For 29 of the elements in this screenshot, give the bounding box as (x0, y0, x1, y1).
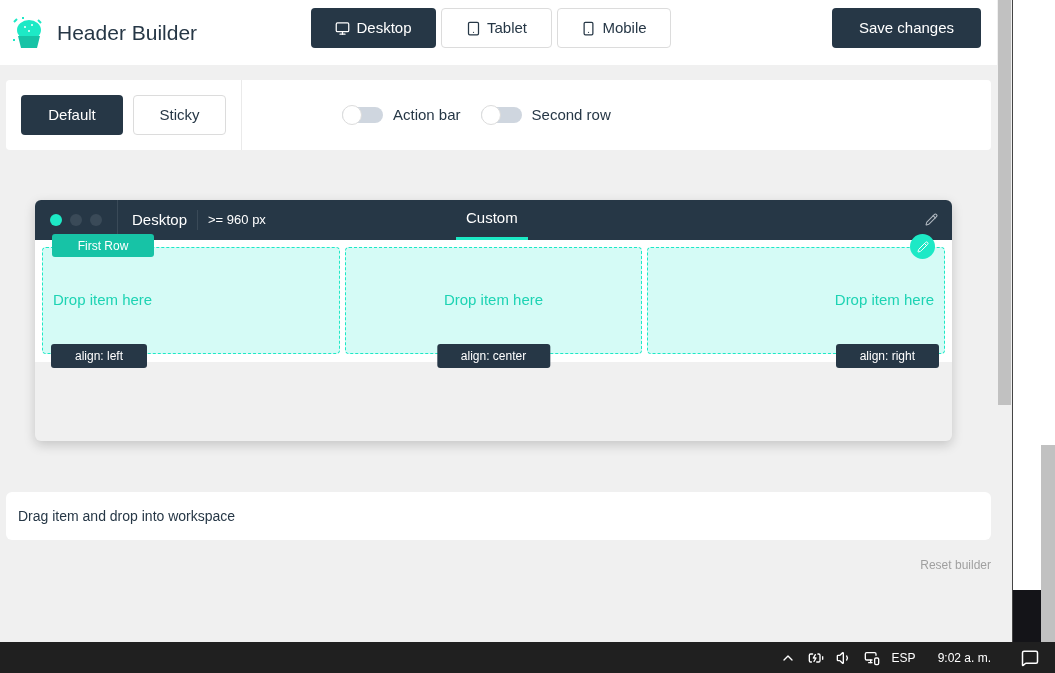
save-changes-button[interactable]: Save changes (832, 8, 981, 48)
monitor-icon (335, 20, 351, 36)
hint-text: Drag item and drop into workspace (18, 506, 236, 526)
toggle-switch[interactable] (480, 107, 522, 123)
notification-icon[interactable] (1021, 648, 1039, 667)
align-label: align: right (835, 344, 939, 368)
align-label: align: center (436, 344, 551, 368)
device-label: Desktop (132, 209, 188, 230)
mode-tab[interactable]: Default (21, 95, 123, 135)
device-tab[interactable]: Mobile (557, 8, 671, 48)
device-tab[interactable]: Tablet (441, 8, 552, 48)
drop-hint: Drop item here (53, 290, 153, 311)
app-title: Header Builder (57, 19, 198, 46)
clock[interactable]: 9:02 a. m. (937, 648, 991, 667)
language-indicator[interactable]: ESP (891, 648, 916, 667)
edit-icon (916, 240, 929, 253)
toggle-switch[interactable] (342, 107, 383, 123)
width-label: >= 960 px (208, 211, 266, 230)
drop-hint: Drop item here (834, 290, 934, 311)
row-label: First Row (52, 234, 154, 257)
tablet-icon (466, 20, 481, 36)
mode-tab[interactable]: Sticky (133, 95, 226, 135)
drop-hint: Drop item here (443, 290, 544, 311)
align-label: align: left (51, 344, 148, 368)
device-tab[interactable]: Desktop (311, 8, 436, 48)
edit-icon[interactable] (925, 213, 938, 226)
toggle-label: Second row (531, 104, 611, 125)
toggle-label: Action bar (393, 104, 461, 125)
phone-icon (581, 20, 597, 36)
